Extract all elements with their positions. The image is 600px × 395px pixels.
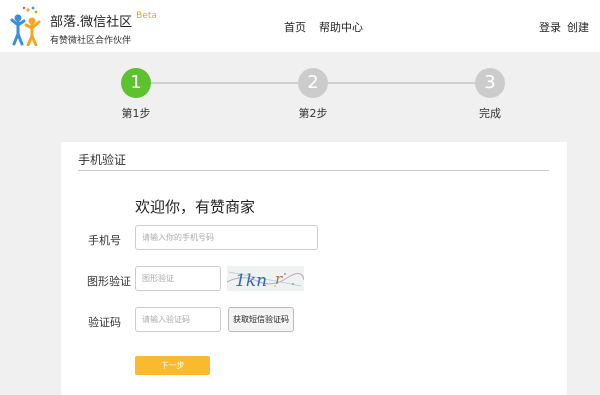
step-1-indicator: 1	[121, 68, 151, 98]
step-connector-2	[328, 82, 475, 84]
top-header: 部落.微信社区 Beta 有赞微社区合作伙伴 首页 帮助中心 登录 创建	[0, 0, 600, 52]
sms-code-label: 验证码	[88, 316, 121, 329]
step-2-label: 第2步	[298, 107, 328, 120]
get-sms-code-button[interactable]: 获取短信验证码	[228, 307, 294, 332]
phone-input[interactable]	[135, 225, 318, 250]
next-step-button[interactable]: 下一步	[135, 356, 210, 375]
tribe-logo-icon[interactable]	[8, 6, 44, 46]
welcome-heading: 欢迎你，有赞商家	[135, 198, 256, 216]
brand-name[interactable]: 部落.微信社区 Beta	[50, 11, 157, 30]
step-connector-1	[151, 82, 298, 84]
captcha-noise: 1kn r	[227, 270, 304, 291]
captcha-text: 1kn	[235, 271, 267, 291]
step-3-label: 完成	[479, 107, 501, 120]
nav-help-center[interactable]: 帮助中心	[319, 19, 363, 35]
step-progress: 1 2 3 第1步 第2步 完成	[0, 52, 600, 142]
beta-badge: Beta	[136, 11, 157, 21]
svg-text:r: r	[275, 270, 283, 288]
nav-home[interactable]: 首页	[284, 19, 306, 35]
brand-title: 部落.微信社区	[50, 15, 133, 30]
phone-label: 手机号	[88, 234, 121, 247]
captcha-input[interactable]	[135, 266, 221, 291]
create-link[interactable]: 创建	[567, 19, 589, 35]
section-title: 手机验证	[78, 153, 127, 167]
login-link[interactable]: 登录	[539, 19, 561, 35]
brand-tagline: 有赞微社区合作伙伴	[50, 36, 132, 46]
phone-verification-card: 手机验证 欢迎你，有赞商家 手机号 图形验证 1kn r 验证码 获取短信验证码…	[61, 142, 567, 395]
step-3-indicator: 3	[475, 68, 505, 98]
section-divider	[78, 170, 549, 171]
sms-code-input[interactable]	[135, 307, 221, 332]
captcha-image[interactable]: 1kn r	[227, 266, 304, 291]
step-2-indicator: 2	[298, 68, 328, 98]
step-1-label: 第1步	[121, 107, 151, 120]
captcha-label: 图形验证	[87, 275, 131, 288]
